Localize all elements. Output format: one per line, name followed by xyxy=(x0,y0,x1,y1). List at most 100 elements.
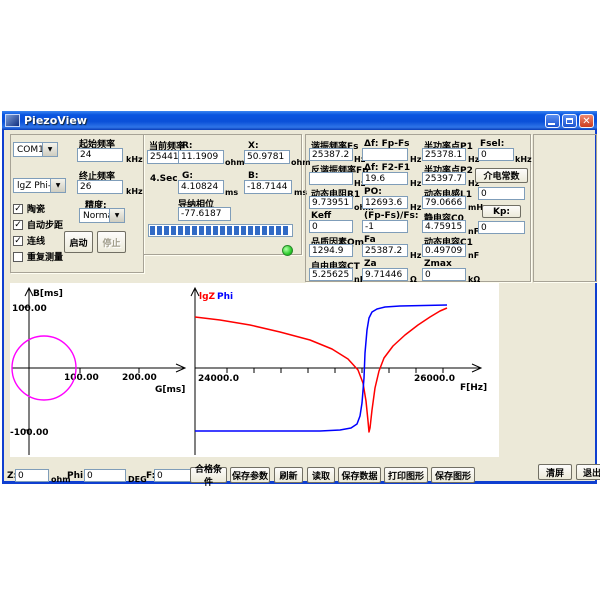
progress-segment xyxy=(213,226,218,235)
progress-bar xyxy=(148,224,293,237)
progress-segment xyxy=(241,226,246,235)
g-value[interactable] xyxy=(178,180,224,194)
result-field-value[interactable] xyxy=(362,220,408,233)
result-field-value[interactable] xyxy=(422,148,466,161)
phi-value[interactable] xyxy=(84,469,126,482)
x-value[interactable] xyxy=(244,150,290,164)
z-value[interactable] xyxy=(15,469,49,482)
fsel-unit: kHz xyxy=(515,155,532,164)
result-field-unit: Hz xyxy=(410,155,421,164)
measurement-chart: B[ms]100.00-100.00100.00200.00G[ms]lgZPh… xyxy=(10,283,499,457)
checkbox-row: ✓ 自动步距 xyxy=(13,219,63,230)
progress-segment xyxy=(185,226,190,235)
phi-legend-label: Phi xyxy=(217,292,233,302)
svg-text:200.00: 200.00 xyxy=(122,373,157,383)
stop-button[interactable]: 停止 xyxy=(97,231,126,253)
result-field-value[interactable] xyxy=(422,220,466,233)
result-field-value[interactable] xyxy=(309,172,353,185)
result-field-value[interactable] xyxy=(422,172,466,185)
chevron-down-icon[interactable]: ▼ xyxy=(50,179,65,192)
progress-segment xyxy=(199,226,204,235)
checkbox-label: 重复测量 xyxy=(27,250,63,263)
phase-value[interactable] xyxy=(178,207,231,221)
result-field-value[interactable] xyxy=(309,220,353,233)
save-graph-button[interactable]: 保存图形 xyxy=(431,467,475,483)
svg-text:24000.0: 24000.0 xyxy=(198,374,239,384)
progress-segment xyxy=(220,226,225,235)
r-unit: ohm xyxy=(225,158,245,167)
checkbox-label: 连线 xyxy=(27,234,45,247)
result-field-unit: nF xyxy=(468,251,479,260)
result-field-value[interactable] xyxy=(422,196,466,209)
g-unit: ms xyxy=(225,188,238,197)
left-chart-ylabel: B[ms] xyxy=(33,289,63,299)
app-icon xyxy=(5,114,20,127)
chart-area: B[ms]100.00-100.00100.00200.00G[ms]lgZPh… xyxy=(10,283,499,457)
result-field-value[interactable] xyxy=(362,196,408,209)
display-mode-select[interactable]: lgZ Phi-F ▼ xyxy=(13,178,66,193)
kp-button[interactable]: Kp: xyxy=(482,205,521,218)
lgZ-curve xyxy=(195,308,447,432)
refresh-button[interactable]: 刷新 xyxy=(274,467,303,483)
piezoview-window: PiezoView ✕ COM1 ▼ 起始频率 kHz lgZ Phi-F ▼ … xyxy=(2,112,597,484)
svg-text:-100.00: -100.00 xyxy=(10,428,48,438)
precision-select[interactable]: Normal ▼ xyxy=(79,208,125,223)
result-field-value[interactable] xyxy=(422,268,466,281)
checkbox-unchecked-icon[interactable] xyxy=(13,252,23,262)
result-field-value[interactable] xyxy=(309,244,353,257)
result-field-unit: Hz xyxy=(410,251,421,260)
progress-segment xyxy=(255,226,260,235)
progress-segment xyxy=(234,226,239,235)
result-field-value[interactable] xyxy=(362,172,408,185)
aux-groupbox xyxy=(533,134,597,282)
fsel-value[interactable] xyxy=(478,148,514,161)
chevron-down-icon[interactable]: ▼ xyxy=(42,143,57,156)
dielectric-constant-button[interactable]: 介电常数 xyxy=(475,168,528,183)
result-field-value[interactable] xyxy=(422,244,466,257)
print-graph-button[interactable]: 打印图形 xyxy=(384,467,428,483)
progress-segment xyxy=(269,226,274,235)
save-params-button[interactable]: 保存参数 xyxy=(230,467,270,483)
result-field-value[interactable] xyxy=(362,268,408,281)
r-value[interactable] xyxy=(178,150,224,164)
result-field-value[interactable] xyxy=(362,244,408,257)
qualify-condition-button[interactable]: 合格条件 xyxy=(190,467,227,483)
result-field-value[interactable] xyxy=(309,268,353,281)
result-field-value[interactable] xyxy=(309,148,353,161)
title-bar[interactable]: PiezoView ✕ xyxy=(2,111,597,130)
start-button[interactable]: 启动 xyxy=(64,231,93,253)
result-field-unit: Hz xyxy=(410,179,421,188)
result-field-unit: mH xyxy=(468,203,483,212)
exit-button[interactable]: 退出 xyxy=(576,464,600,480)
checkbox-checked-icon[interactable]: ✓ xyxy=(13,220,23,230)
lgz-legend-label: lgZ xyxy=(199,292,216,302)
right-chart-xlabel: F[Hz] xyxy=(460,383,487,393)
checkbox-checked-icon[interactable]: ✓ xyxy=(13,236,23,246)
kp-value[interactable] xyxy=(478,221,525,234)
save-data-button[interactable]: 保存数据 xyxy=(338,467,381,483)
result-field-value[interactable] xyxy=(309,196,353,209)
progress-segment xyxy=(150,226,155,235)
status-indicator-green xyxy=(282,245,293,256)
com-port-value: COM1 xyxy=(17,145,44,155)
clear-screen-button[interactable]: 清屏 xyxy=(538,464,572,480)
minimize-button[interactable] xyxy=(545,114,560,128)
progress-segment xyxy=(171,226,176,235)
progress-segment xyxy=(192,226,197,235)
maximize-button[interactable] xyxy=(562,114,577,128)
end-freq-input[interactable] xyxy=(77,180,123,194)
b-value[interactable] xyxy=(244,180,292,194)
checkbox-label: 自动步距 xyxy=(27,218,63,231)
com-port-select[interactable]: COM1 ▼ xyxy=(13,142,58,157)
checkbox-row: 重复测量 xyxy=(13,251,63,262)
result-field-value[interactable] xyxy=(362,148,408,161)
close-button[interactable]: ✕ xyxy=(579,114,594,128)
checkbox-checked-icon[interactable]: ✓ xyxy=(13,204,23,214)
start-freq-input[interactable] xyxy=(77,148,123,162)
dielectric-value[interactable] xyxy=(478,187,525,200)
progress-segment xyxy=(276,226,281,235)
chevron-down-icon[interactable]: ▼ xyxy=(109,209,124,222)
sweep-time-text: 4.Sec xyxy=(150,174,178,184)
read-button[interactable]: 读取 xyxy=(307,467,335,483)
checkbox-label: 陶瓷 xyxy=(27,202,45,215)
